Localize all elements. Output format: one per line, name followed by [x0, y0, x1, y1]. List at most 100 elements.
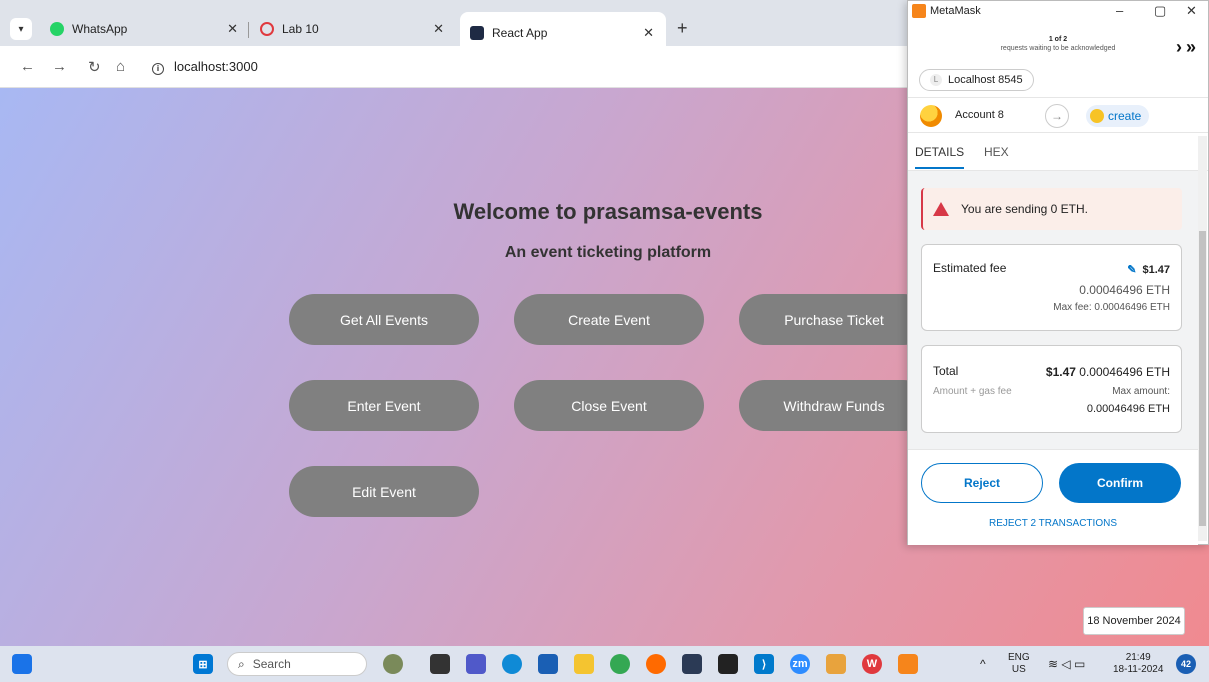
create-event-button[interactable]: Create Event	[514, 294, 704, 345]
next-request-icon[interactable]: ›»	[1176, 37, 1200, 58]
close-event-button[interactable]: Close Event	[514, 380, 704, 431]
minimize-icon[interactable]: –	[1116, 3, 1123, 18]
tab-search-dropdown-icon[interactable]: ▾	[10, 18, 32, 40]
account-row: Account 8 → create	[908, 97, 1208, 133]
reload-icon[interactable]: ↻	[88, 58, 101, 76]
reject-all-link[interactable]: REJECT 2 TRANSACTIONS	[908, 518, 1198, 529]
queue-count: 1 of 2	[1048, 36, 1068, 43]
max-amount-label: Max amount:	[1112, 386, 1170, 397]
search-icon: ⌕	[238, 656, 245, 671]
clock[interactable]: 21:49 18-11-2024	[1113, 652, 1163, 676]
forward-icon[interactable]: →	[52, 58, 67, 75]
request-queue: 1 of 2 requests waiting to be acknowledg…	[968, 35, 1148, 53]
maximize-icon[interactable]: ▢	[1154, 3, 1166, 19]
metamask-taskbar-icon[interactable]	[898, 654, 918, 674]
total-value: $1.47 0.00046496 ETH	[1046, 365, 1170, 379]
widgets-icon[interactable]	[12, 654, 32, 674]
total-card: Total Amount + gas fee $1.47 0.00046496 …	[921, 345, 1182, 433]
total-eth: 0.00046496 ETH	[1079, 365, 1170, 379]
warning-banner: You are sending 0 ETH.	[921, 188, 1182, 230]
time: 21:49	[1125, 652, 1151, 663]
date: 18-11-2024	[1113, 664, 1164, 675]
metamask-footer: Reject Confirm REJECT 2 TRANSACTIONS	[908, 449, 1198, 545]
contract-method-chip[interactable]: create	[1086, 105, 1150, 127]
edge-icon[interactable]	[502, 654, 522, 674]
url-field[interactable]: i localhost:3000	[152, 59, 258, 75]
whatsapp-icon	[50, 22, 64, 36]
tab-whatsapp[interactable]: WhatsApp ✕	[40, 12, 250, 46]
home-icon[interactable]: ⌂	[116, 58, 125, 75]
network-app-icon[interactable]	[826, 654, 846, 674]
date-tooltip: 18 November 2024	[1083, 607, 1185, 635]
close-tab-icon[interactable]: ✕	[433, 21, 444, 37]
language-indicator[interactable]: ENG US	[1008, 652, 1030, 676]
new-tab-icon[interactable]: +	[677, 18, 688, 39]
fee-label: Estimated fee	[933, 261, 1007, 275]
reject-button[interactable]: Reject	[921, 463, 1043, 503]
get-all-events-button[interactable]: Get All Events	[289, 294, 479, 345]
vscode-icon[interactable]: ⟩	[754, 654, 774, 674]
window-title: MetaMask	[930, 5, 981, 17]
network-pill[interactable]: L Localhost 8545	[919, 69, 1034, 91]
fee-usd: $1.47	[1142, 264, 1170, 276]
scrollbar-thumb[interactable]	[1199, 231, 1206, 526]
confirm-button[interactable]: Confirm	[1059, 463, 1181, 503]
firefox-icon[interactable]	[646, 654, 666, 674]
terminal-icon[interactable]	[718, 654, 738, 674]
scrollbar[interactable]	[1198, 136, 1207, 541]
lab-icon	[260, 22, 274, 36]
zoom-icon[interactable]: zm	[790, 654, 810, 674]
tab-label: WhatsApp	[72, 22, 128, 36]
detail-tabs: DETAILS HEX	[908, 141, 1208, 171]
edit-event-button[interactable]: Edit Event	[289, 466, 479, 517]
tab-details[interactable]: DETAILS	[915, 145, 965, 169]
withdraw-funds-button[interactable]: Withdraw Funds	[739, 380, 929, 431]
contract-avatar	[1090, 109, 1104, 123]
edit-fee-icon[interactable]: ✎	[1127, 264, 1136, 276]
tab-label: React App	[492, 26, 548, 40]
task-view-icon[interactable]	[430, 654, 450, 674]
close-tab-icon[interactable]: ✕	[643, 25, 654, 41]
close-tab-icon[interactable]: ✕	[227, 21, 238, 37]
file-explorer-icon[interactable]	[574, 654, 594, 674]
account-avatar	[920, 105, 942, 127]
warning-icon	[933, 202, 949, 216]
region-code: US	[1011, 664, 1026, 675]
warning-text: You are sending 0 ETH.	[961, 202, 1088, 216]
metamask-window: MetaMask – ▢ ✕ 1 of 2 requests waiting t…	[907, 0, 1209, 545]
fee-eth: 0.00046496 ETH	[1079, 283, 1170, 297]
site-info-icon[interactable]: i	[152, 63, 164, 75]
react-icon	[470, 26, 484, 40]
max-amount: 0.00046496 ETH	[1086, 403, 1170, 415]
lang-code: ENG	[1008, 652, 1030, 663]
wifi-volume-battery-icon[interactable]: ≋ ◁ ▭	[1048, 658, 1085, 670]
office-icon[interactable]: W	[862, 654, 882, 674]
search-label: Search	[252, 657, 291, 671]
enter-event-button[interactable]: Enter Event	[289, 380, 479, 431]
chrome-icon[interactable]	[610, 654, 630, 674]
method-name: create	[1108, 109, 1142, 123]
total-label: Total	[933, 364, 959, 378]
arrow-right-icon: →	[1045, 104, 1069, 128]
max-fee: Max fee: 0.00046496 ETH	[1053, 302, 1170, 313]
network-name: Localhost 8545	[948, 74, 1023, 86]
notification-badge[interactable]: 42	[1176, 654, 1196, 674]
store-icon[interactable]	[538, 654, 558, 674]
show-hidden-icons-icon[interactable]: ^	[980, 658, 986, 670]
queue-text: requests waiting to be acknowledged	[1000, 45, 1116, 52]
news-icon[interactable]	[383, 654, 403, 674]
taskbar-search[interactable]: ⌕ Search	[227, 652, 367, 676]
app-icon[interactable]	[682, 654, 702, 674]
purchase-ticket-button[interactable]: Purchase Ticket	[739, 294, 929, 345]
network-initial: L	[930, 74, 942, 86]
start-icon[interactable]: ⊞	[193, 654, 213, 674]
back-icon[interactable]: ←	[20, 58, 35, 75]
total-sub: Amount + gas fee	[933, 386, 1012, 397]
tab-lab-10[interactable]: Lab 10 ✕	[250, 12, 456, 46]
meet-icon[interactable]	[466, 654, 486, 674]
tab-label: Lab 10	[282, 22, 319, 36]
tab-hex[interactable]: HEX	[984, 145, 1009, 167]
close-icon[interactable]: ✕	[1186, 3, 1197, 19]
fee-usd-row: ✎ $1.47	[1127, 263, 1170, 276]
taskbar: ⊞ ⌕ Search ⟩ zm W ^ ENG US ≋ ◁ ▭ 21:49 1…	[0, 646, 1209, 682]
